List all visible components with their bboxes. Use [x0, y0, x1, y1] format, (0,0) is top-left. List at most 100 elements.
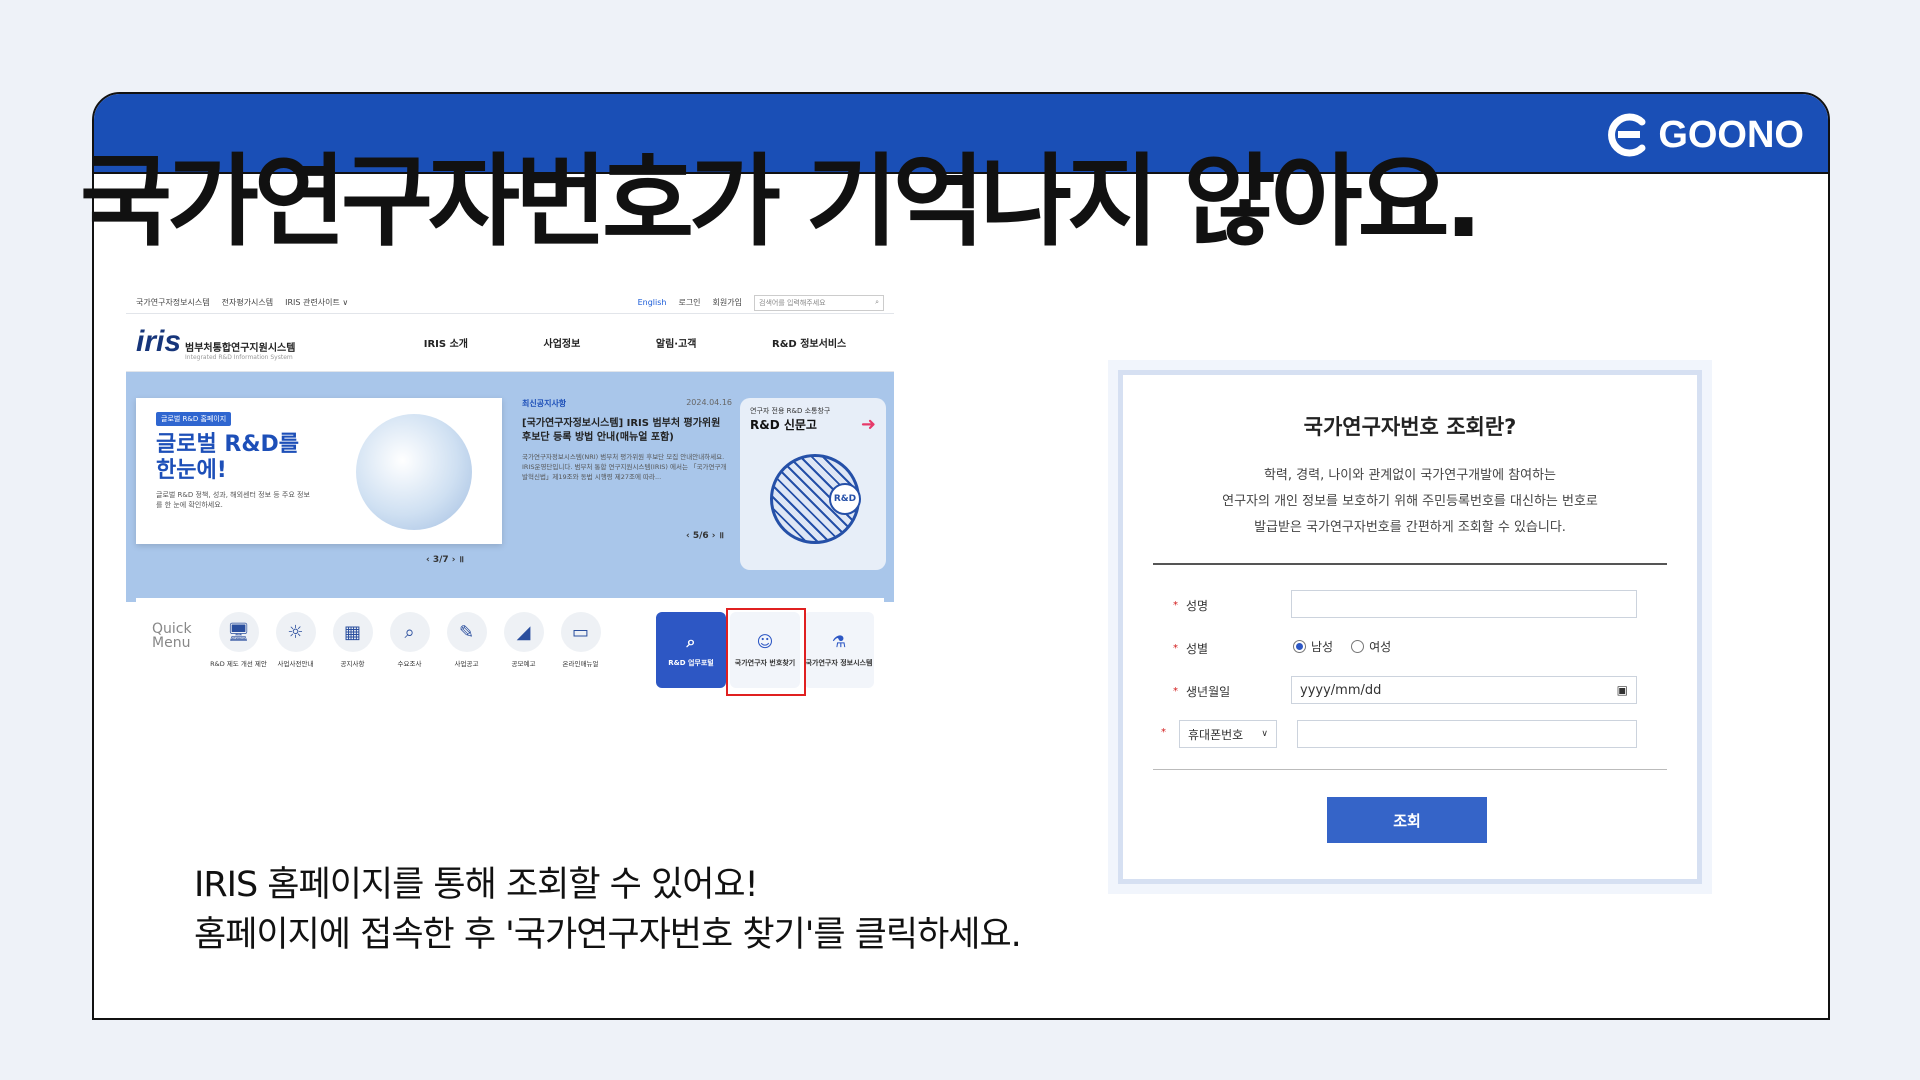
quick-item[interactable]: ▦ 공지사항 — [324, 612, 381, 668]
quick-menu-label: Quick Menu — [136, 612, 210, 650]
notice-body: 국가연구자정보시스템(NRI) 범부처 평가위원 후보단 모집 안내안내하세요.… — [522, 453, 727, 481]
birth-date-input[interactable]: yyyy/mm/dd ▣ — [1291, 676, 1637, 704]
quick-item-label: 수요조사 — [397, 660, 422, 668]
notice-header: 최신공지사항 2024.04.16 — [522, 398, 732, 409]
caption-line2: 홈페이지에 접속한 후 '국가연구자번호 찾기'를 클릭하세요. — [194, 915, 1022, 955]
rnd-portal-button[interactable]: ⌕ R&D 업무포털 — [656, 612, 726, 688]
name-row: * 성명 — [1173, 597, 1208, 614]
quick-label-line1: Quick — [152, 621, 192, 637]
caption: IRIS 홈페이지를 통해 조회할 수 있어요! 홈페이지에 접속한 후 '국가… — [194, 860, 1022, 960]
quick-item[interactable]: ▭ 온라인매뉴얼 — [552, 612, 609, 668]
quick-label-line2: Menu — [152, 635, 191, 651]
phone-type-select[interactable]: 휴대폰번호 ∨ — [1179, 720, 1277, 748]
rnd-sinmungo-card[interactable]: 연구자 전용 R&D 소통창구 R&D 신문고 ➜ R&D — [740, 398, 886, 570]
form-description: 학력, 경력, 나이와 관계없이 국가연구개발에 참여하는 연구자의 개인 정보… — [1123, 463, 1697, 541]
chevron-down-icon: ∨ — [1261, 729, 1268, 739]
rnd-badge: R&D — [829, 483, 861, 515]
menu-item-notice[interactable]: 알림·고객 — [656, 335, 697, 350]
banner-tag: 글로벌 R&D 홈페이지 — [156, 412, 232, 426]
global-rnd-banner[interactable]: 글로벌 R&D 홈페이지 글로벌 R&D를 한눈에! 글로벌 R&D 정책, 성… — [136, 398, 502, 544]
birth-row: * 생년월일 — [1173, 683, 1230, 700]
name-label: 성명 — [1186, 599, 1209, 613]
topbar-link[interactable]: 국가연구자정보시스템 — [136, 297, 210, 308]
goono-logo: GOONO — [1602, 112, 1804, 158]
caption-line1: IRIS 홈페이지를 통해 조회할 수 있어요! — [194, 865, 759, 905]
phone-type-value: 휴대폰번호 — [1188, 727, 1244, 742]
notice-pager[interactable]: ‹ 5/6 › ॥ — [686, 528, 724, 541]
lightbulb-icon: ☼ — [275, 612, 316, 652]
gender-male-radio[interactable]: 남성 — [1293, 638, 1333, 655]
gender-row: * 성별 — [1173, 640, 1208, 657]
iris-homepage-screenshot: 국가연구자정보시스템 전자평가시스템 IRIS 관련사이트 ∨ English … — [126, 292, 894, 712]
topbar-link[interactable]: IRIS 관련사이트 ∨ — [285, 297, 348, 308]
notice-title: [국가연구자정보시스템] IRIS 범부처 평가위원 후보단 등록 방법 안내(… — [522, 418, 721, 443]
goono-mark-icon — [1608, 113, 1646, 157]
globe-icon — [356, 414, 472, 530]
quick-item-label: 사업사전안내 — [277, 660, 314, 668]
submit-button[interactable]: 조회 — [1327, 797, 1487, 843]
document-pen-icon: ✎ — [446, 612, 487, 652]
headline: 국가연구자번호가 기억나지 않아요. — [80, 143, 1483, 260]
birth-label: 생년월일 — [1186, 685, 1231, 699]
gender-female-radio[interactable]: 여성 — [1351, 638, 1391, 655]
clipboard-search-icon: ⌕ — [686, 632, 696, 652]
researcher-icon: ⚗ — [831, 632, 847, 652]
calendar-icon[interactable]: ▣ — [1617, 683, 1628, 697]
quick-item[interactable]: ◢ 공모예고 — [495, 612, 552, 668]
rnd-globe-icon: R&D — [770, 454, 861, 544]
required-mark: * — [1173, 600, 1178, 611]
notice-label: 최신공지사항 — [522, 399, 567, 408]
iris-logo[interactable]: iris 범부처통합연구지원시스템 Integrated R&D Informa… — [136, 325, 386, 361]
arrow-right-icon: ➜ — [860, 414, 876, 435]
quick-item[interactable]: ✎ 사업공고 — [438, 612, 495, 668]
banner-pager[interactable]: ‹ 3/7 › ॥ — [426, 552, 464, 565]
gender-radios: 남성 여성 — [1293, 638, 1391, 655]
quick-item[interactable]: ☼ 사업사전안내 — [267, 612, 324, 668]
quick-item-label: 공지사항 — [340, 660, 365, 668]
banner-text: 글로벌 R&D 정책, 성과, 해외센터 정보 등 주요 정보를 한 눈에 확인… — [156, 490, 310, 509]
divider — [1153, 563, 1667, 565]
researcher-info-system-button[interactable]: ⚗ 국가연구자 정보시스템 — [804, 612, 874, 688]
magnifier-icon: ⌕ — [389, 612, 430, 652]
phone-row: * — [1161, 727, 1174, 738]
radio-selected-icon — [1293, 640, 1306, 653]
iris-hero: 글로벌 R&D 홈페이지 글로벌 R&D를 한눈에! 글로벌 R&D 정책, 성… — [126, 372, 894, 602]
notice-date: 2024.04.16 — [686, 398, 732, 407]
birth-placeholder: yyyy/mm/dd — [1300, 682, 1382, 698]
login-link[interactable]: 로그인 — [678, 297, 700, 308]
signup-link[interactable]: 회원가입 — [713, 297, 742, 308]
menu-item-business[interactable]: 사업정보 — [544, 335, 581, 350]
gender-male-label: 남성 — [1311, 640, 1334, 654]
quick-item-label: 공모예고 — [511, 660, 536, 668]
topbar-link[interactable]: 전자평가시스템 — [222, 297, 274, 308]
highlight-box — [726, 608, 806, 696]
form-title: 국가연구자번호 조회란? — [1303, 415, 1517, 439]
lang-link[interactable]: English — [638, 298, 667, 307]
search-icon[interactable]: ⌕ — [875, 298, 879, 307]
lookup-form: 국가연구자번호 조회란? 학력, 경력, 나이와 관계없이 국가연구개발에 참여… — [1118, 370, 1702, 884]
quick-item-label: R&D 제도 개선 제안 — [210, 660, 267, 668]
megaphone-icon: ◢ — [503, 612, 544, 652]
monitor-gear-icon: 🖥 — [218, 612, 259, 652]
building-icon: ▦ — [332, 612, 373, 652]
form-desc-line2: 연구자의 개인 정보를 보호하기 위해 주민등록번호를 대신하는 번호로 — [1222, 494, 1598, 509]
quick-menu: Quick Menu 🖥 R&D 제도 개선 제안 ☼ 사업사전안내 ▦ 공지사… — [136, 598, 884, 704]
menu-item-rnd-service[interactable]: R&D 정보서비스 — [772, 335, 846, 350]
quick-item[interactable]: ⌕ 수요조사 — [381, 612, 438, 668]
iris-main-menu: IRIS 소개 사업정보 알림·고객 R&D 정보서비스 — [386, 335, 884, 350]
rnd-card-title: R&D 신문고 — [750, 418, 817, 432]
iris-search-input[interactable]: 검색어를 입력해주세요 ⌕ — [754, 294, 884, 311]
iris-navbar: iris 범부처통합연구지원시스템 Integrated R&D Informa… — [126, 314, 894, 372]
quick-item[interactable]: 🖥 R&D 제도 개선 제안 — [210, 612, 267, 668]
laptop-icon: ▭ — [560, 612, 601, 652]
rnd-portal-label: R&D 업무포털 — [668, 658, 714, 667]
form-desc-line1: 학력, 경력, 나이와 관계없이 국가연구개발에 참여하는 — [1263, 468, 1557, 483]
quick-item-label: 사업공고 — [454, 660, 479, 668]
name-input[interactable] — [1291, 590, 1637, 618]
required-mark: * — [1173, 643, 1178, 654]
phone-input[interactable] — [1297, 720, 1637, 748]
radio-empty-icon — [1351, 640, 1365, 653]
required-mark: * — [1173, 686, 1178, 697]
notice-panel[interactable]: 최신공지사항 2024.04.16 [국가연구자정보시스템] IRIS 범부처 … — [522, 398, 732, 548]
menu-item-about[interactable]: IRIS 소개 — [424, 335, 468, 350]
